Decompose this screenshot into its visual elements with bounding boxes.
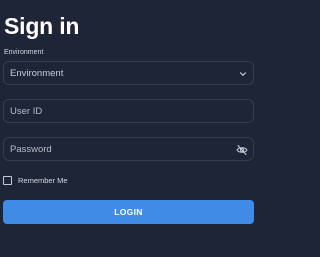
- environment-selected-value: Environment: [10, 68, 64, 79]
- chevron-down-icon: [239, 72, 247, 76]
- login-button[interactable]: LOGIN: [3, 200, 254, 224]
- user-id-field[interactable]: User ID: [3, 99, 254, 123]
- password-field[interactable]: Password: [3, 137, 254, 161]
- password-placeholder: Password: [10, 144, 52, 155]
- remember-me-checkbox[interactable]: [3, 176, 12, 185]
- user-id-placeholder: User ID: [10, 106, 43, 117]
- eye-off-icon[interactable]: [236, 144, 248, 156]
- remember-me-label[interactable]: Remember Me: [18, 176, 68, 185]
- environment-label: Environment: [4, 49, 44, 56]
- login-button-label: LOGIN: [114, 207, 143, 217]
- environment-select[interactable]: Environment: [3, 61, 254, 85]
- remember-me[interactable]: Remember Me: [3, 176, 68, 185]
- page-title: Sign in: [4, 13, 80, 39]
